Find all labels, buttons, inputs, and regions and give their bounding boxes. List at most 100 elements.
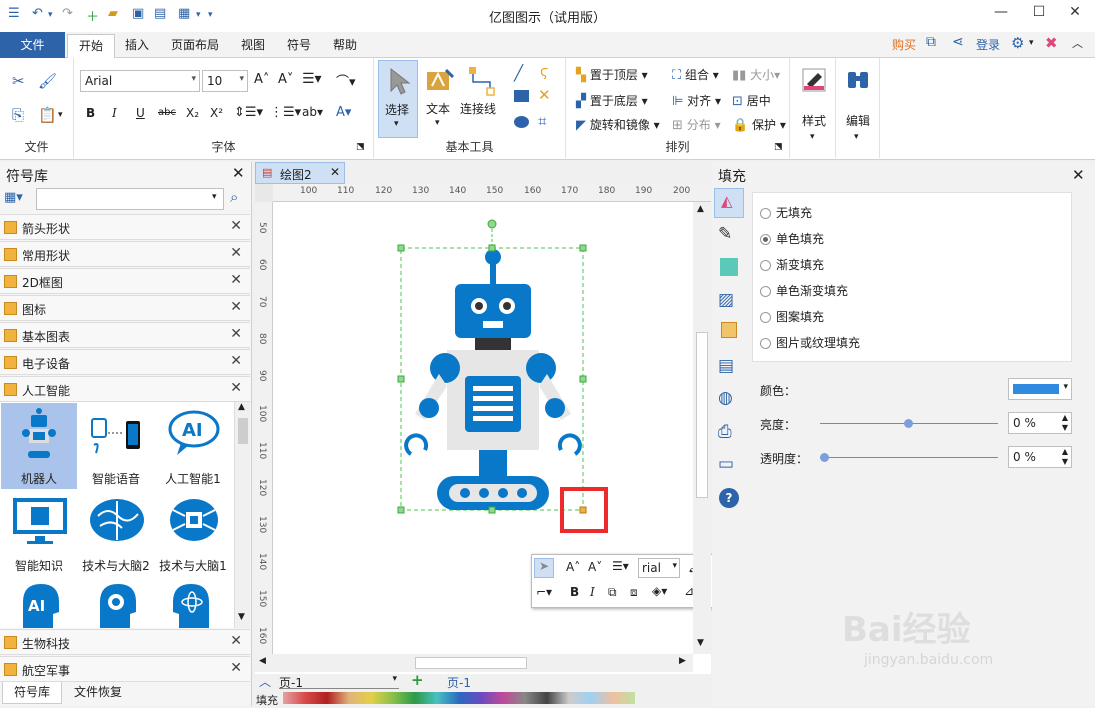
mini-bold-icon[interactable]: B — [570, 585, 579, 599]
symbol-smart-knowledge[interactable]: 智能知识 — [1, 490, 77, 576]
category-icons[interactable]: 图标 ✕ — [0, 295, 250, 321]
mini-connector-icon[interactable]: ⌐▾ — [536, 585, 552, 599]
close-category-icon[interactable]: ✕ — [230, 218, 242, 234]
library-menu-icon[interactable]: ▦▾ — [4, 190, 23, 205]
grow-font-icon[interactable]: A˄ — [254, 72, 269, 87]
fill-option-solid-gradient[interactable]: 单色渐变填充 — [760, 282, 848, 299]
ellipse-tool-icon[interactable] — [514, 116, 529, 128]
canvas-horizontal-scrollbar[interactable]: ◀ ▶ — [255, 654, 693, 672]
bold-icon[interactable]: B — [86, 106, 95, 120]
canvas-hscroll-thumb[interactable] — [415, 657, 527, 669]
category-basic-charts[interactable]: 基本图表 ✕ — [0, 322, 250, 348]
document-tab[interactable]: ▤ 绘图2 ✕ — [255, 162, 345, 184]
transparency-input[interactable]: 0 % ▲ ▼ — [1008, 446, 1072, 468]
library-scroll-thumb[interactable] — [238, 418, 248, 444]
italic-icon[interactable]: I — [112, 106, 117, 120]
superscript-icon[interactable]: X² — [210, 106, 223, 120]
collapse-ribbon-icon[interactable]: ︿ — [1072, 35, 1083, 51]
category-ai[interactable]: 人工智能 ✕ — [0, 376, 250, 402]
canvas-scroll-up-icon[interactable]: ▲ — [697, 204, 704, 214]
curve-tool-icon[interactable]: ϛ — [540, 64, 548, 80]
align-button[interactable]: ⊫ 对齐 ▾ — [672, 92, 721, 109]
distribute-button[interactable]: ⊞ 分布 ▾ — [672, 116, 721, 133]
symbol-tech-brain-1[interactable]: 技术与大脑1 — [155, 490, 231, 576]
brightness-spin-icon[interactable]: ▲ ▼ — [1062, 413, 1068, 433]
cut-icon[interactable]: ✂ — [12, 72, 25, 90]
library-close-icon[interactable]: ✕ — [232, 164, 245, 182]
mini-grow-font-icon[interactable]: A˄ — [566, 560, 580, 574]
category-common-shapes[interactable]: 常用形状 ✕ — [0, 241, 250, 267]
canvas-scroll-left-icon[interactable]: ◀ — [259, 656, 266, 666]
brightness-input[interactable]: 0 % ▲ ▼ — [1008, 412, 1072, 434]
sidebar-shadow-icon[interactable] — [720, 258, 738, 276]
tab-file-recovery[interactable]: 文件恢复 — [66, 682, 130, 704]
arrange-dialog-launcher-icon[interactable]: ⬔ — [774, 142, 783, 152]
settings-dropdown-icon[interactable]: ▾ — [1029, 38, 1034, 48]
rotate-mirror-button[interactable]: ◤ 旋转和镜像 ▾ — [576, 116, 660, 133]
close-category-icon[interactable]: ✕ — [230, 660, 242, 676]
category-aviation-military[interactable]: 航空军事 ✕ — [0, 656, 250, 682]
font-color-icon[interactable]: A▾ — [336, 105, 351, 120]
search-dropdown-icon[interactable]: ▾ — [212, 192, 217, 202]
tab-home[interactable]: 开始 — [67, 34, 115, 59]
tab-page-layout[interactable]: 页面布局 — [171, 36, 219, 53]
sidebar-help-icon[interactable]: ? — [719, 488, 739, 508]
crop-tool-icon[interactable]: ⌗ — [538, 112, 546, 130]
brightness-slider-thumb[interactable] — [904, 419, 913, 428]
font-size-combo[interactable]: 10 ▾ — [202, 70, 248, 92]
strikethrough-icon[interactable]: abc — [158, 107, 176, 118]
category-2d-block[interactable]: 2D框图 ✕ — [0, 268, 250, 294]
highlight-icon[interactable]: ab▾ — [302, 105, 323, 119]
close-category-icon[interactable]: ✕ — [230, 353, 242, 369]
edit-button[interactable]: 编辑 ▾ — [836, 58, 880, 158]
group-button[interactable]: ⛶ 组合 ▾ — [672, 66, 719, 83]
sidebar-attachment-icon[interactable]: ⎙ — [718, 422, 740, 444]
color-palette[interactable]: 填充 — [255, 690, 711, 707]
tab-help[interactable]: 帮助 — [333, 36, 357, 53]
page-selector[interactable]: 页-1 ▾ — [279, 674, 399, 690]
send-back-button[interactable]: ▞ 置于底层 ▾ — [576, 92, 648, 109]
symbol-smart-voice[interactable]: 智能语音 — [78, 403, 154, 489]
font-dialog-launcher-icon[interactable]: ⬔ — [356, 142, 365, 152]
close-category-icon[interactable]: ✕ — [230, 299, 242, 315]
canvas-scroll-down-icon[interactable]: ▼ — [697, 638, 704, 648]
sidebar-comment-icon[interactable]: ▭ — [718, 454, 740, 476]
line-tool-icon[interactable]: ╱ — [514, 64, 523, 82]
fill-option-pattern[interactable]: 图案填充 — [760, 308, 824, 325]
close-button[interactable]: ✕ — [1063, 4, 1087, 20]
fill-option-none[interactable]: 无填充 — [760, 204, 812, 221]
page-tab[interactable]: 页-1 — [447, 674, 471, 691]
size-button[interactable]: ▮▮ 大小▾ — [732, 66, 780, 83]
mini-send-back-icon[interactable]: ⧈ — [630, 585, 638, 600]
brightness-slider[interactable] — [820, 419, 998, 428]
fill-option-picture-texture[interactable]: 图片或纹理填充 — [760, 334, 860, 351]
style-button[interactable]: 样式 ▾ — [790, 58, 836, 158]
search-icon[interactable]: ⌕ — [230, 188, 238, 206]
transparency-slider-thumb[interactable] — [820, 453, 829, 462]
symbol-atom-head[interactable] — [155, 578, 231, 628]
buy-link[interactable]: 购买 — [892, 36, 916, 53]
bring-front-button[interactable]: ▚ 置于顶层 ▾ — [576, 66, 648, 83]
underline-icon[interactable]: U — [136, 106, 145, 120]
tab-insert[interactable]: 插入 — [125, 36, 149, 53]
rotation-handle[interactable] — [487, 219, 497, 229]
mini-italic-icon[interactable]: I — [590, 585, 595, 599]
robot-shape[interactable] — [395, 214, 595, 514]
tab-file[interactable]: 文件 — [0, 32, 65, 58]
protect-button[interactable]: 🔒 保护 ▾ — [732, 116, 786, 133]
font-name-combo[interactable]: Arial ▾ — [80, 70, 200, 92]
text-align-icon[interactable]: ☰▾ — [302, 71, 322, 87]
share-window-icon[interactable]: ⧉ — [926, 34, 936, 50]
fill-option-solid[interactable]: 单色填充 — [760, 230, 824, 247]
close-category-icon[interactable]: ✕ — [230, 633, 242, 649]
login-link[interactable]: 登录 — [976, 36, 1000, 53]
symbol-ai-head[interactable]: AI — [1, 578, 77, 628]
symbol-tech-brain-2[interactable]: 技术与大脑2 — [78, 490, 154, 576]
scroll-up-icon[interactable]: ▲ — [238, 402, 245, 412]
add-page-icon[interactable]: + — [411, 671, 424, 689]
center-button[interactable]: ⊡ 居中 — [732, 92, 771, 109]
sidebar-fill-button[interactable]: ◭ — [714, 188, 744, 218]
close-category-icon[interactable]: ✕ — [230, 380, 242, 396]
mini-bring-front-icon[interactable]: ⧉ — [608, 585, 617, 600]
minimize-button[interactable]: — — [989, 4, 1013, 20]
